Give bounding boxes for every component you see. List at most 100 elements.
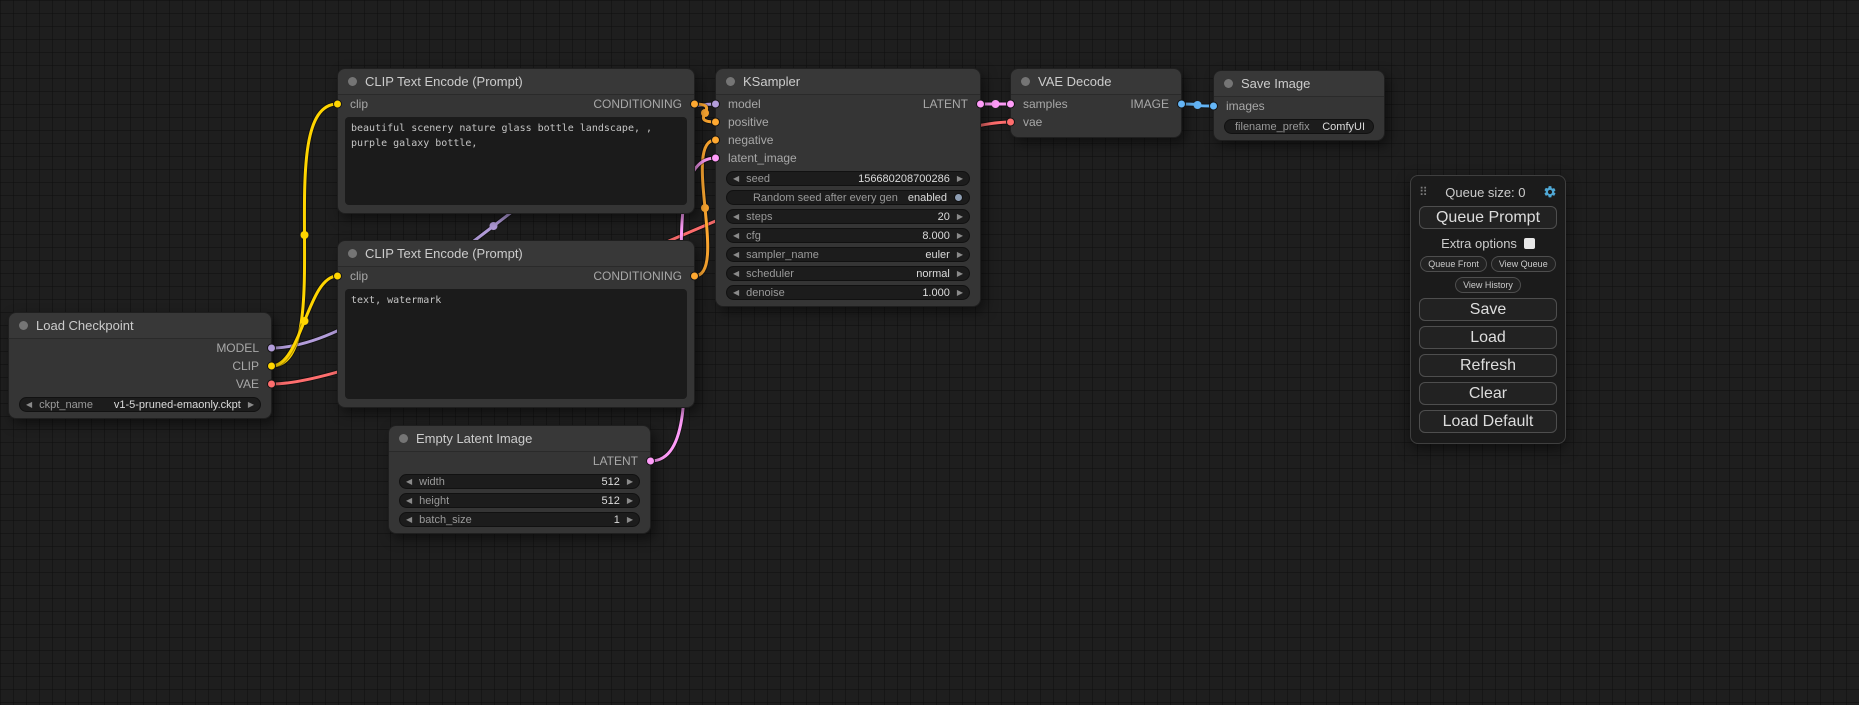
view-history-button[interactable]: View History: [1455, 277, 1521, 293]
slot-row: latent_image: [716, 149, 980, 167]
seed-widget[interactable]: ◀ seed 156680208700286 ▶: [726, 171, 970, 186]
model-input-port[interactable]: [711, 100, 720, 109]
load-default-button[interactable]: Load Default: [1419, 410, 1557, 433]
cfg-widget[interactable]: ◀ cfg 8.000 ▶: [726, 228, 970, 243]
widget-name: batch_size: [419, 514, 472, 526]
collapse-dot[interactable]: [726, 77, 735, 86]
width-widget[interactable]: ◀ width 512 ▶: [399, 474, 640, 489]
samples-input-port[interactable]: [1006, 100, 1015, 109]
node-ksampler[interactable]: KSampler model LATENT positive negative …: [715, 68, 981, 307]
node-clip-text-encode-negative[interactable]: CLIP Text Encode (Prompt) clip CONDITION…: [337, 240, 695, 408]
node-title-bar[interactable]: CLIP Text Encode (Prompt): [338, 69, 694, 95]
conditioning-output-port[interactable]: [690, 272, 699, 281]
increment-arrow-icon[interactable]: ▶: [627, 516, 633, 524]
decrement-arrow-icon[interactable]: ◀: [406, 478, 412, 486]
height-widget[interactable]: ◀ height 512 ▶: [399, 493, 640, 508]
decrement-arrow-icon[interactable]: ◀: [406, 516, 412, 524]
increment-arrow-icon[interactable]: ▶: [957, 289, 963, 297]
node-title-bar[interactable]: Save Image: [1214, 71, 1384, 97]
drag-handle-icon[interactable]: ⠿: [1419, 185, 1428, 199]
next-value-arrow-icon[interactable]: ▶: [248, 401, 254, 409]
positive-input-port[interactable]: [711, 118, 720, 127]
decrement-arrow-icon[interactable]: ◀: [406, 497, 412, 505]
collapse-dot[interactable]: [1021, 77, 1030, 86]
decrement-arrow-icon[interactable]: ◀: [733, 289, 739, 297]
queue-prompt-button[interactable]: Queue Prompt: [1419, 206, 1557, 229]
prev-value-arrow-icon[interactable]: ◀: [26, 401, 32, 409]
increment-arrow-icon[interactable]: ▶: [957, 213, 963, 221]
batch-size-widget[interactable]: ◀ batch_size 1 ▶: [399, 512, 640, 527]
history-row: View History: [1419, 277, 1557, 293]
node-load-checkpoint[interactable]: Load Checkpoint MODEL CLIP VAE ◀ ckpt_na…: [8, 312, 272, 419]
clip-input-port[interactable]: [333, 100, 342, 109]
node-title: CLIP Text Encode (Prompt): [365, 74, 523, 89]
next-value-arrow-icon[interactable]: ▶: [957, 270, 963, 278]
node-title-bar[interactable]: Empty Latent Image: [389, 426, 650, 452]
latent-image-input-port[interactable]: [711, 154, 720, 163]
increment-arrow-icon[interactable]: ▶: [627, 478, 633, 486]
widget-value: 1: [614, 514, 620, 526]
next-value-arrow-icon[interactable]: ▶: [957, 251, 963, 259]
collapse-dot[interactable]: [348, 77, 357, 86]
node-title-bar[interactable]: CLIP Text Encode (Prompt): [338, 241, 694, 267]
node-title-bar[interactable]: KSampler: [716, 69, 980, 95]
scheduler-widget[interactable]: ◀ scheduler normal ▶: [726, 266, 970, 281]
clip-input-port[interactable]: [333, 272, 342, 281]
slot-row: negative: [716, 131, 980, 149]
conditioning-output-label: CONDITIONING: [593, 97, 682, 111]
clip-output-port[interactable]: [267, 362, 276, 371]
graph-canvas[interactable]: Load Checkpoint MODEL CLIP VAE ◀ ckpt_na…: [0, 0, 1859, 705]
toggle-knob[interactable]: [954, 193, 963, 202]
vae-output-port[interactable]: [267, 380, 276, 389]
latent-output-port[interactable]: [646, 457, 655, 466]
vae-input-port[interactable]: [1006, 118, 1015, 127]
positive-prompt-textarea[interactable]: beautiful scenery nature glass bottle la…: [345, 117, 687, 205]
random-seed-toggle-widget[interactable]: Random seed after every gen enabled: [726, 190, 970, 205]
node-clip-text-encode-positive[interactable]: CLIP Text Encode (Prompt) clip CONDITION…: [337, 68, 695, 214]
settings-gear-icon[interactable]: [1543, 185, 1557, 199]
collapse-dot[interactable]: [399, 434, 408, 443]
denoise-widget[interactable]: ◀ denoise 1.000 ▶: [726, 285, 970, 300]
prev-value-arrow-icon[interactable]: ◀: [733, 251, 739, 259]
increment-arrow-icon[interactable]: ▶: [957, 232, 963, 240]
clear-button[interactable]: Clear: [1419, 382, 1557, 405]
negative-prompt-textarea[interactable]: text, watermark: [345, 289, 687, 399]
extra-options-checkbox[interactable]: [1524, 238, 1535, 249]
increment-arrow-icon[interactable]: ▶: [627, 497, 633, 505]
filename-prefix-widget[interactable]: filename_prefix ComfyUI: [1224, 119, 1374, 134]
steps-widget[interactable]: ◀ steps 20 ▶: [726, 209, 970, 224]
load-button[interactable]: Load: [1419, 326, 1557, 349]
decrement-arrow-icon[interactable]: ◀: [733, 175, 739, 183]
decrement-arrow-icon[interactable]: ◀: [733, 213, 739, 221]
negative-input-port[interactable]: [711, 136, 720, 145]
collapse-dot[interactable]: [348, 249, 357, 258]
increment-arrow-icon[interactable]: ▶: [957, 175, 963, 183]
prev-value-arrow-icon[interactable]: ◀: [733, 270, 739, 278]
widget-value: 156680208700286: [858, 173, 950, 185]
view-queue-button[interactable]: View Queue: [1491, 256, 1556, 272]
sampler-name-widget[interactable]: ◀ sampler_name euler ▶: [726, 247, 970, 262]
refresh-button[interactable]: Refresh: [1419, 354, 1557, 377]
node-title-bar[interactable]: VAE Decode: [1011, 69, 1181, 95]
node-title: KSampler: [743, 74, 800, 89]
image-output-port[interactable]: [1177, 100, 1186, 109]
node-title-bar[interactable]: Load Checkpoint: [9, 313, 271, 339]
node-vae-decode[interactable]: VAE Decode samples IMAGE vae: [1010, 68, 1182, 138]
collapse-dot[interactable]: [19, 321, 28, 330]
save-button[interactable]: Save: [1419, 298, 1557, 321]
latent-output-port[interactable]: [976, 100, 985, 109]
collapse-dot[interactable]: [1224, 79, 1233, 88]
widget-value: ComfyUI: [1322, 121, 1365, 133]
widget-value: 8.000: [922, 230, 950, 242]
model-output-port[interactable]: [267, 344, 276, 353]
queue-actions-row: Queue Front View Queue: [1419, 256, 1557, 272]
ckpt-name-widget[interactable]: ◀ ckpt_name v1-5-pruned-emaonly.ckpt ▶: [19, 397, 261, 412]
node-save-image[interactable]: Save Image images filename_prefix ComfyU…: [1213, 70, 1385, 141]
latent-output-label: LATENT: [923, 97, 968, 111]
positive-input-label: positive: [728, 115, 769, 129]
decrement-arrow-icon[interactable]: ◀: [733, 232, 739, 240]
conditioning-output-port[interactable]: [690, 100, 699, 109]
queue-front-button[interactable]: Queue Front: [1420, 256, 1487, 272]
images-input-port[interactable]: [1209, 102, 1218, 111]
node-empty-latent-image[interactable]: Empty Latent Image LATENT ◀ width 512 ▶ …: [388, 425, 651, 534]
